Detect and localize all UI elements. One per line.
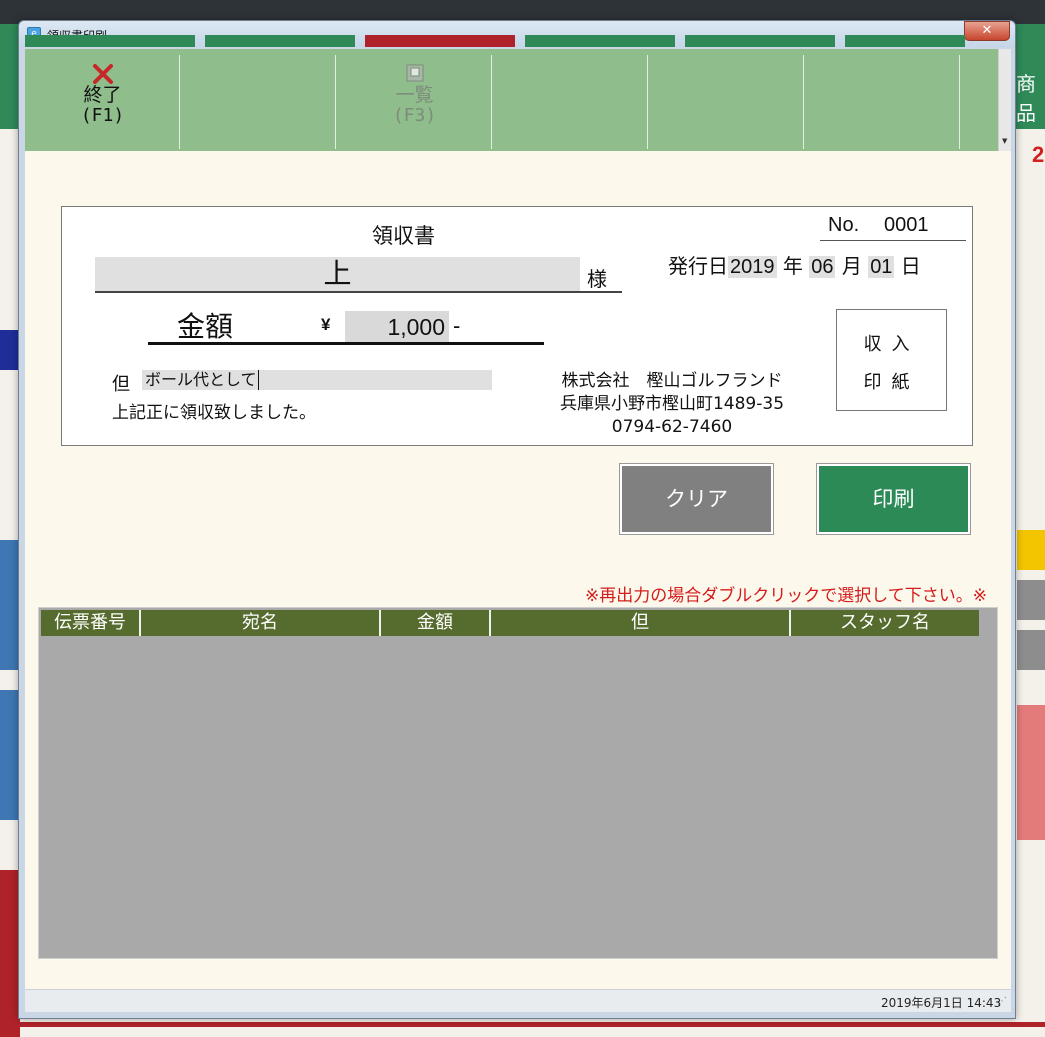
company-address: 兵庫県小野市樫山町1489-35 — [559, 394, 785, 414]
day-field[interactable]: 01 — [868, 256, 895, 278]
history-grid[interactable]: 伝票番号 宛名 金額 但 スタッフ名 — [38, 607, 998, 959]
receipt-preview: 領収書 No. 0001 上 様 発行日 2019 年 06 月 01 日 金額 … — [61, 206, 973, 446]
exit-button[interactable]: 終了 (F1) — [25, 55, 180, 149]
issuer-info: 株式会社 樫山ゴルフランド 兵庫県小野市樫山町1489-35 0794-62-7… — [512, 370, 832, 439]
list-button-label: 一覧 — [395, 84, 434, 106]
column-header-slip-number[interactable]: 伝票番号 — [41, 610, 141, 636]
clear-button[interactable]: クリア — [619, 463, 774, 535]
list-button-key: (F3) — [392, 105, 437, 126]
honorific-underline — [580, 291, 622, 293]
issue-date: 発行日 2019 年 06 月 01 日 — [668, 250, 921, 279]
recipient-value: 上 — [323, 257, 352, 290]
window-client-area: 終了 (F1) 一覧 (F3) ▼ 領収書 No. 0001 上 様 発行日 2… — [25, 49, 1011, 1012]
toolbar-slot-2[interactable] — [181, 55, 336, 149]
background-left-block — [0, 690, 20, 820]
month-field[interactable]: 06 — [809, 256, 836, 278]
honorific-label: 様 — [587, 267, 607, 291]
background-right-block — [1017, 705, 1045, 840]
company-name: 株式会社 樫山ゴルフランド — [561, 371, 783, 391]
resize-grip-icon[interactable]: ⋰ — [997, 996, 1007, 1007]
purpose-value: ボール代として — [145, 370, 259, 390]
background-right-block — [1017, 530, 1045, 570]
status-datetime: 2019年6月1日 14:43 — [881, 996, 1002, 1010]
purpose-field[interactable]: ボール代として — [142, 370, 492, 390]
company-phone: 0794-62-7460 — [611, 417, 733, 437]
background-right-label: 商品 — [1016, 72, 1036, 125]
status-bar: 2019年6月1日 14:43 ⋰ — [25, 989, 1011, 1012]
amount-suffix: - — [453, 313, 461, 338]
amount-underline — [148, 342, 544, 345]
background-bottom-bar — [0, 1022, 1045, 1027]
background-tab-strip — [25, 35, 1015, 49]
year-field[interactable]: 2019 — [728, 256, 777, 278]
received-statement: 上記正に領収致しました。 — [112, 403, 316, 423]
receipt-number-label: No. — [828, 214, 860, 236]
list-button[interactable]: 一覧 (F3) — [337, 55, 492, 149]
column-header-amount[interactable]: 金額 — [381, 610, 491, 636]
toolbar-slot-5[interactable] — [649, 55, 804, 149]
amount-field[interactable]: 1,000 — [345, 311, 449, 343]
column-header-staff[interactable]: スタッフ名 — [791, 610, 979, 636]
background-right-number: 2 — [1032, 142, 1045, 167]
amount-value: 1,000 — [387, 314, 445, 340]
recipient-field[interactable]: 上 — [95, 257, 580, 293]
exit-button-key: (F1) — [80, 105, 125, 126]
amount-label: 金額 — [177, 310, 234, 343]
background-left-block — [0, 540, 20, 670]
receipt-print-window: e 領収書印刷 ✕ 終了 (F1) 一覧 (F3 — [18, 20, 1016, 1019]
function-toolbar: 終了 (F1) 一覧 (F3) ▼ — [25, 49, 1011, 151]
column-header-recipient[interactable]: 宛名 — [141, 610, 381, 636]
reprint-notice: ※再出力の場合ダブルクリックで選択して下さい。※ — [585, 586, 987, 606]
currency-symbol: ¥ — [321, 315, 331, 334]
background-left-block — [0, 870, 20, 1037]
stamp-line-2: 印紙 — [863, 372, 920, 393]
revenue-stamp-box: 収入 印紙 — [836, 309, 947, 411]
day-unit: 日 — [900, 254, 921, 278]
toolbar-scrollbar[interactable]: ▼ — [998, 49, 1011, 151]
toolbar-slot-4[interactable] — [493, 55, 648, 149]
background-right-block — [1017, 580, 1045, 620]
stamp-line-1: 収入 — [863, 334, 920, 355]
year-unit: 年 — [782, 254, 803, 278]
background-right-block — [1017, 630, 1045, 670]
background-left-block — [0, 330, 20, 370]
close-x-icon — [25, 63, 180, 85]
toolbar-slot-6[interactable] — [805, 55, 960, 149]
scroll-down-icon: ▼ — [1002, 137, 1008, 145]
print-button[interactable]: 印刷 — [816, 463, 971, 535]
receipt-number-underline — [820, 240, 966, 241]
exit-button-label: 終了 — [83, 84, 122, 106]
background-left-panel — [0, 24, 20, 129]
receipt-title: 領収書 — [372, 224, 435, 248]
grid-header: 伝票番号 宛名 金額 但 スタッフ名 — [41, 610, 979, 636]
column-header-purpose[interactable]: 但 — [491, 610, 791, 636]
month-unit: 月 — [841, 254, 862, 278]
list-icon — [337, 63, 492, 85]
purpose-label: 但 — [112, 374, 130, 395]
receipt-number: 0001 — [884, 214, 929, 236]
issue-date-label: 発行日 — [668, 254, 728, 278]
